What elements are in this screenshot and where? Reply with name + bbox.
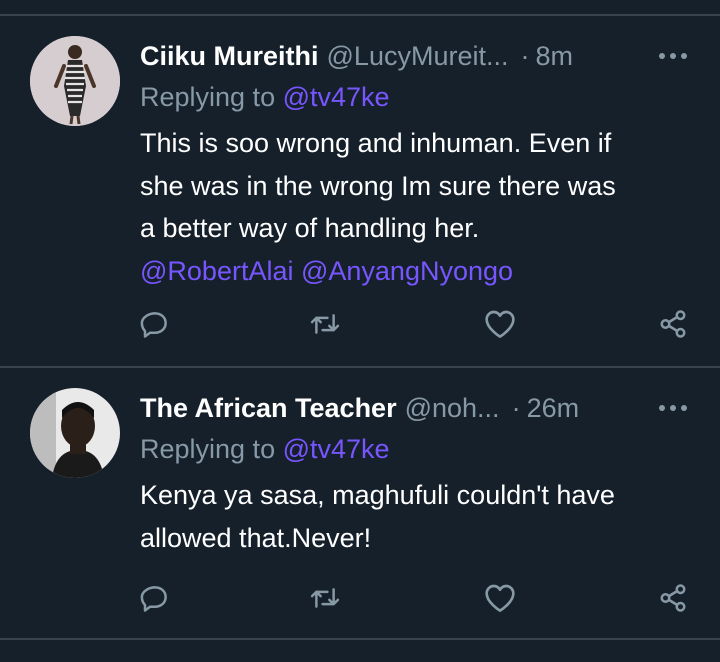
reply-button[interactable] <box>137 306 173 342</box>
avatar[interactable] <box>30 36 120 126</box>
timestamp[interactable]: 26m <box>527 393 580 424</box>
replying-to: Replying to @tv47ke <box>140 434 390 465</box>
tweet-feed: Ciiku Mureithi @LucyMureit... · 8m Reply… <box>0 0 720 662</box>
tweet[interactable]: Ciiku Mureithi @LucyMureit... · 8m Reply… <box>0 36 720 366</box>
replying-to-label: Replying to <box>140 82 283 112</box>
tweet-text-line: This is soo wrong and inhuman. Even if <box>140 128 612 158</box>
retweet-button[interactable] <box>307 580 343 616</box>
tweet-text-line: allowed that.Never! <box>140 522 372 553</box>
replying-to-mention[interactable]: @tv47ke <box>283 82 390 112</box>
share-button[interactable] <box>655 580 691 616</box>
replying-to-mention[interactable]: @tv47ke <box>283 434 390 464</box>
more-options-button[interactable] <box>655 42 691 70</box>
heart-icon <box>485 310 515 338</box>
display-name[interactable]: Ciiku Mureithi <box>140 41 319 72</box>
tweet-text-line: she was in the wrong Im sure there was <box>140 170 616 201</box>
replying-to-label: Replying to <box>140 434 283 464</box>
divider <box>0 638 720 640</box>
divider <box>0 14 720 16</box>
retweet-button[interactable] <box>307 306 343 342</box>
user-handle[interactable]: @noh... <box>405 393 500 424</box>
retweet-icon <box>310 588 340 608</box>
avatar[interactable] <box>30 388 120 478</box>
display-name[interactable]: The African Teacher <box>140 393 397 424</box>
user-handle[interactable]: @LucyMureit... <box>327 41 509 72</box>
tweet[interactable]: The African Teacher @noh... · 26m Replyi… <box>0 388 720 638</box>
tweet-body: Kenya ya sasa, maghufuli couldn't have a… <box>140 474 615 559</box>
avatar-image <box>30 36 120 126</box>
avatar-image <box>30 388 120 478</box>
more-options-button[interactable] <box>655 394 691 422</box>
divider <box>0 366 720 368</box>
tweet-mentions[interactable]: @RobertAlai @AnyangNyongo <box>140 250 616 293</box>
tweet-header: The African Teacher @noh... · 26m <box>140 388 579 428</box>
tweet-text-line: Kenya ya sasa, maghufuli couldn't have <box>140 480 615 510</box>
separator-dot: · <box>520 40 530 71</box>
share-icon <box>660 310 686 338</box>
share-button[interactable] <box>655 306 691 342</box>
tweet-text-line: a better way of handling her. <box>140 213 480 243</box>
tweet-actions <box>0 306 720 346</box>
more-dots-icon <box>659 53 687 59</box>
like-button[interactable] <box>482 580 518 616</box>
tweet-body: This is soo wrong and inhuman. Even if s… <box>140 122 616 292</box>
heart-icon <box>485 584 515 613</box>
tweet-header: Ciiku Mureithi @LucyMureit... · 8m <box>140 36 573 76</box>
retweet-icon <box>310 314 340 334</box>
replying-to: Replying to @tv47ke <box>140 82 390 113</box>
tweet-actions <box>0 580 720 620</box>
like-button[interactable] <box>482 306 518 342</box>
reply-bubble-icon <box>140 586 167 612</box>
reply-button[interactable] <box>137 580 173 616</box>
reply-bubble-icon <box>140 312 167 338</box>
timestamp[interactable]: 8m <box>535 41 573 72</box>
share-icon <box>660 584 686 612</box>
more-dots-icon <box>659 405 687 411</box>
separator-dot: · <box>511 392 521 423</box>
